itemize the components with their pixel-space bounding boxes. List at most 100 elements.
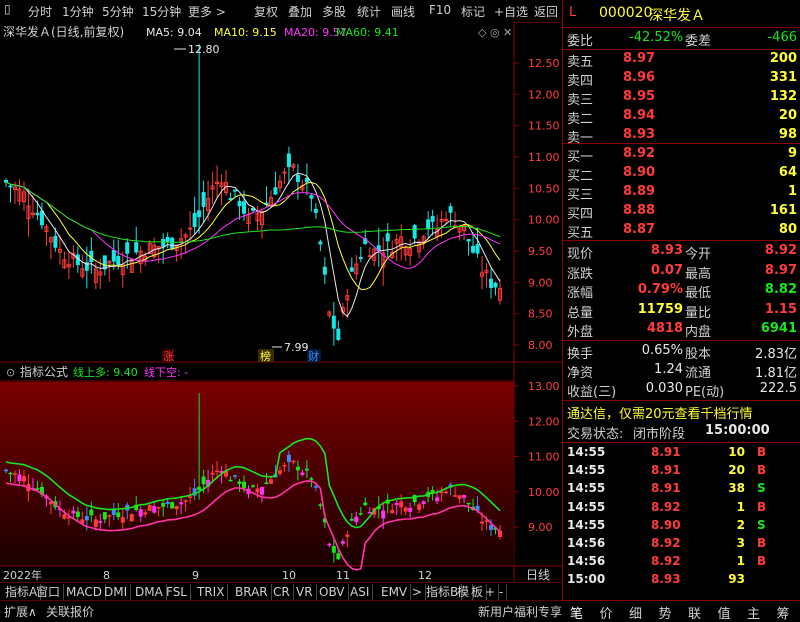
panel-tab[interactable]: 势 — [659, 603, 672, 622]
candle-body — [367, 255, 372, 258]
candle-body — [111, 250, 116, 262]
finance-row: 净资 1.24 流通 1.81亿 — [563, 361, 800, 381]
panel-tab[interactable]: 细 — [629, 603, 642, 622]
panel-tab[interactable]: 值 — [718, 603, 731, 622]
indicator-tab[interactable]: 窗口 — [33, 584, 65, 600]
toolbar-mark[interactable]: 标记 — [461, 3, 485, 20]
finance-row: 收益(三) 0.030 PE(动) 222.5 — [563, 380, 800, 400]
indicator-tab[interactable]: DMI — [101, 584, 132, 600]
toolbar-1min[interactable]: 1分钟 — [62, 3, 94, 20]
toolbar-back[interactable]: 返回 — [534, 3, 558, 20]
ma10-label: MA10: 9.15 — [214, 26, 277, 39]
indicator-tab[interactable]: DMA — [132, 584, 167, 600]
indicator-tab[interactable]: ASI — [347, 584, 374, 600]
panel-tab[interactable]: 联 — [688, 603, 701, 622]
toolbar-stats[interactable]: 统计 — [357, 3, 381, 20]
indicator-tab[interactable]: VR — [293, 584, 317, 600]
indicator-tab[interactable]: CR — [270, 584, 294, 600]
panel-tab[interactable]: 价 — [600, 603, 613, 622]
indicator-tab[interactable]: FSL — [163, 584, 191, 600]
marker-zhang[interactable]: 涨 — [163, 350, 174, 363]
indicator-body — [62, 514, 67, 519]
tick-time: 14:55 — [567, 481, 606, 496]
indicator-body — [12, 473, 17, 475]
indicator-tab[interactable]: - — [496, 584, 508, 600]
indicator-body — [264, 482, 269, 484]
related-quote-button[interactable]: 关联报价 — [46, 603, 94, 620]
back-arrow-icon[interactable]: ▯ — [4, 2, 11, 16]
order-row: 卖二 8.94 20 — [563, 107, 800, 127]
toolbar-15min[interactable]: 15分钟 — [142, 3, 181, 20]
ma60-label: MA60: 9.41 — [336, 26, 399, 39]
indicator-body — [417, 504, 422, 510]
quote-value: 8.82 — [764, 282, 797, 297]
candle-body — [493, 282, 498, 288]
tick-row: 14:55 8.91 38 S — [563, 480, 800, 498]
candle-body — [161, 239, 166, 247]
candle-body — [251, 207, 255, 211]
panel-tab[interactable]: 筹 — [777, 603, 790, 622]
order-volume: 98 — [778, 127, 797, 142]
candle-body — [134, 242, 139, 253]
indicator-tab[interactable]: BRAR — [232, 584, 272, 600]
indicator-tab[interactable]: TRIX — [194, 584, 229, 600]
indicator-settings-icon[interactable]: ⊙ — [6, 366, 15, 379]
toolbar-adjust[interactable]: 复权 — [254, 3, 278, 20]
toolbar-f10[interactable]: F10 — [429, 3, 451, 17]
order-label: 卖三 — [567, 93, 594, 108]
tick-volume: 3 — [736, 536, 745, 550]
finance-label: 流通 — [685, 366, 712, 381]
tick-side: B — [757, 499, 767, 514]
expand-button[interactable]: 扩展∧ — [4, 603, 37, 620]
bottom-bar: 扩展∧ 关联报价 新用户福利专享 — [0, 600, 562, 621]
indicator-body — [394, 502, 399, 505]
indicator-tab[interactable]: OBV — [316, 584, 349, 600]
indicator-body — [120, 517, 125, 523]
period-label[interactable]: 日线 — [526, 568, 550, 582]
toolbar-overlay[interactable]: 叠加 — [288, 3, 312, 20]
toolbar-more[interactable]: 更多 > — [188, 3, 226, 20]
price-axis: 12.50 12.00 11.50 11.00 10.50 10.00 9.50 9.00 8.… — [514, 57, 560, 352]
tick-row: 15:00 8.93 93 — [563, 571, 800, 589]
new-user-promo[interactable]: 新用户福利专享 — [478, 603, 562, 620]
indicator-tab[interactable]: EMV — [378, 584, 412, 600]
candle-body — [471, 245, 476, 253]
indicator-body — [295, 466, 300, 471]
tick-row: 14:56 8.92 3 B — [563, 535, 800, 553]
marker-bang[interactable]: 榜 — [260, 349, 271, 363]
order-volume: 161 — [769, 203, 797, 218]
order-volume: 331 — [769, 70, 797, 85]
candle-body — [188, 227, 193, 230]
quote-label: 内盘 — [685, 325, 712, 340]
panel-tab[interactable]: 笔 — [570, 603, 583, 622]
promo-text[interactable]: 通达信，仅需20元查看千档行情 — [567, 403, 753, 422]
indicator-body — [480, 521, 485, 524]
candle-body — [102, 255, 107, 270]
kline-chart[interactable]: 12.50 12.00 11.50 11.00 10.50 10.00 9.50 9.00 8.… — [0, 22, 562, 582]
toolbar-add-fav[interactable]: +自选 — [494, 3, 528, 20]
order-price: 8.90 — [623, 165, 656, 180]
toolbar-draw[interactable]: 画线 — [391, 3, 415, 20]
marker-cai[interactable]: 财 — [308, 349, 319, 363]
indicator-body — [8, 472, 13, 475]
order-price: 8.88 — [623, 203, 656, 218]
date-label: 2022年 — [3, 568, 42, 582]
tick-time: 15:00 — [567, 572, 606, 587]
finance-label: 净资 — [567, 366, 594, 381]
toolbar-5min[interactable]: 5分钟 — [102, 3, 134, 20]
status-label: 交易状态: — [567, 427, 624, 442]
panel-tab[interactable]: 主 — [747, 603, 760, 622]
settings-icon[interactable]: ◇ ◎ ✕ — [478, 26, 512, 39]
promo-row[interactable]: 通达信，仅需20元查看千档行情 — [563, 402, 800, 422]
indicator-tab[interactable]: MACD — [63, 584, 106, 600]
candle-body — [242, 201, 247, 214]
quote-label: 最低 — [685, 286, 712, 301]
toolbar-multi[interactable]: 多股 — [322, 3, 346, 20]
indicator-body — [233, 475, 238, 477]
indicator-body — [255, 488, 260, 493]
price-tick-label: 8.50 — [528, 308, 553, 321]
order-price: 8.89 — [623, 184, 656, 199]
toolbar-intraday[interactable]: 分时 — [28, 3, 52, 20]
order-row: 买一 8.92 9 — [563, 145, 800, 165]
indicator-body — [318, 504, 323, 506]
